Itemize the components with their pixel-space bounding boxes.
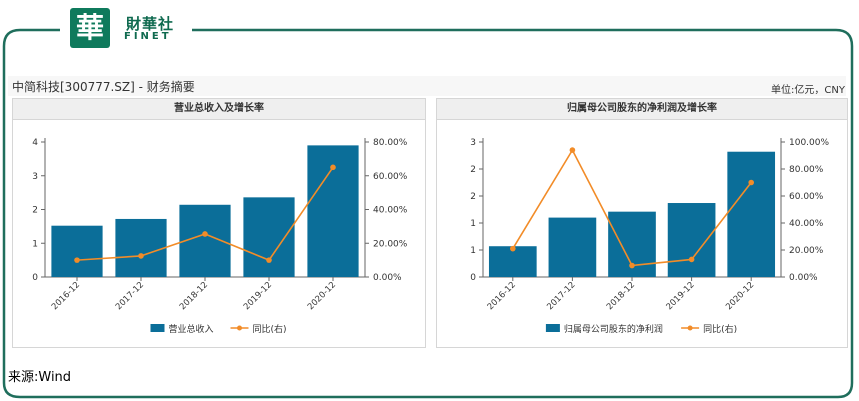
source-note: 来源:Wind <box>8 370 72 385</box>
y-left-tick-label: 2 <box>32 206 38 216</box>
legend-line-marker <box>687 325 693 331</box>
finet-logo-icon: 華 <box>70 8 110 48</box>
y-left-tick-label: 0 <box>470 273 476 283</box>
y-left-tick-label: 0 <box>32 273 38 283</box>
legend-bar-swatch <box>545 324 560 332</box>
yoy-point <box>748 179 754 186</box>
y-right-tick-label: 20.00% <box>373 239 408 249</box>
chart-title: 归属母公司股东的净利润及增长率 <box>437 99 847 120</box>
revenue-chart: 012340.00%20.00%40.00%60.00%80.00%2016-1… <box>32 138 408 335</box>
legend-line-marker <box>237 325 242 331</box>
bar <box>51 225 103 277</box>
y-right-tick-label: 0.00% <box>789 273 818 283</box>
y-right-tick-label: 40.00% <box>789 219 824 229</box>
unit-label: 单位:亿元，CNY <box>771 85 845 96</box>
y-right-tick-label: 40.00% <box>373 206 408 216</box>
x-tick-label: 2016-12 <box>486 280 518 312</box>
legend-bar-label: 营业总收入 <box>169 323 214 335</box>
y-right-tick-label: 80.00% <box>373 138 408 148</box>
y-right-tick-label: 60.00% <box>373 172 408 182</box>
yoy-point <box>569 147 576 153</box>
bar <box>115 218 167 277</box>
y-left-tick-label: 2 <box>470 165 476 175</box>
legend-bar-swatch <box>150 324 165 332</box>
yoy-point <box>138 253 144 259</box>
revenue-chart-panel: 营业总收入及增长率 0 1 2 3 4 0.00% 20.00% 40.00% 60.00% 80… <box>12 98 426 348</box>
y-left-tick-label: 1 <box>32 239 38 249</box>
y-left-tick-label: 3 <box>32 172 38 182</box>
bar <box>243 197 295 277</box>
bar <box>667 203 716 277</box>
legend-bar-label: 归属母公司股东的净利润 <box>564 323 663 335</box>
x-tick-label: 2018-12 <box>605 280 637 312</box>
x-tick-label: 2019-12 <box>242 280 274 312</box>
x-tick-label: 2020-12 <box>306 280 338 312</box>
legend-line-label: 同比(右) <box>253 323 287 335</box>
y-left-tick-label: 4 <box>32 138 38 148</box>
bar <box>727 151 776 277</box>
yoy-point <box>74 257 80 263</box>
chart-title: 营业总收入及增长率 <box>13 99 425 120</box>
net-profit-chart: 0 1 1 2 2 3 0.00% 20.00% 40.00% 60.00% 80.00% 100.0… <box>470 138 829 335</box>
x-tick-label: 2018-12 <box>178 280 210 312</box>
y-right-tick-label: 100.00% <box>789 138 829 148</box>
legend-line-label: 同比(右) <box>703 323 737 335</box>
x-tick-label: 2016-12 <box>50 280 82 312</box>
logo-char: 華 <box>75 11 104 44</box>
y-left-tick-label: 1 <box>470 219 476 229</box>
y-left-tick-label: 2 <box>470 192 476 202</box>
x-tick-label: 2020-12 <box>724 280 756 312</box>
yoy-point <box>202 231 208 237</box>
yoy-point <box>266 257 272 263</box>
net-profit-chart-panel: 归属母公司股东的净利润及增长率 0 1 1 2 2 3 0.00% 20.00% 40.00% 6… <box>436 98 848 348</box>
y-left-tick-label: 1 <box>470 246 476 256</box>
report-title: 中简科技[300777.SZ] - 财务摘要 <box>12 80 195 94</box>
y-right-tick-label: 20.00% <box>789 246 824 256</box>
x-tick-label: 2017-12 <box>545 280 577 312</box>
x-tick-label: 2019-12 <box>665 280 697 312</box>
yoy-point <box>629 262 635 269</box>
y-right-tick-label: 0.00% <box>373 273 402 283</box>
brand-name-en: FINET <box>124 31 172 42</box>
y-left-tick-label: 3 <box>470 138 476 148</box>
bar <box>548 217 597 277</box>
y-right-tick-label: 80.00% <box>789 165 824 175</box>
y-right-tick-label: 60.00% <box>789 192 824 202</box>
yoy-point <box>688 256 695 263</box>
x-tick-label: 2017-12 <box>114 280 146 312</box>
yoy-point <box>330 164 336 171</box>
yoy-point <box>510 245 516 252</box>
